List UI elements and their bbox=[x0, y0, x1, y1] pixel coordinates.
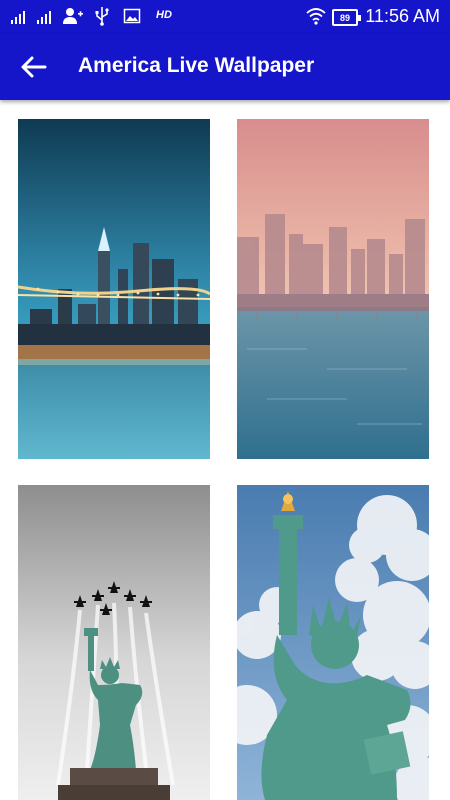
status-bar: HD 89 11:56 AM bbox=[0, 0, 450, 34]
signal-icon bbox=[11, 11, 25, 24]
usb-icon bbox=[95, 7, 109, 26]
signal-icon bbox=[37, 11, 51, 24]
add-user-icon bbox=[63, 8, 83, 24]
image-icon bbox=[123, 8, 141, 24]
hd-label: HD bbox=[156, 9, 172, 21]
wallpaper-thumbnail-statue-jets[interactable] bbox=[18, 485, 210, 800]
battery-icon: 89 bbox=[332, 9, 361, 26]
app-bar: America Live Wallpaper bbox=[0, 34, 450, 100]
wallpaper-thumbnail-city-bridge[interactable] bbox=[18, 119, 210, 459]
wallpaper-thumbnail-city-skyline[interactable] bbox=[237, 119, 429, 459]
page-title: America Live Wallpaper bbox=[78, 54, 315, 77]
battery-level: 89 bbox=[339, 12, 350, 23]
wifi-icon bbox=[306, 8, 326, 25]
arrow-left-icon[interactable] bbox=[18, 51, 50, 83]
wallpaper-thumbnail-statue-clouds[interactable] bbox=[237, 485, 429, 800]
clock-time: 11:56 AM bbox=[365, 6, 440, 26]
